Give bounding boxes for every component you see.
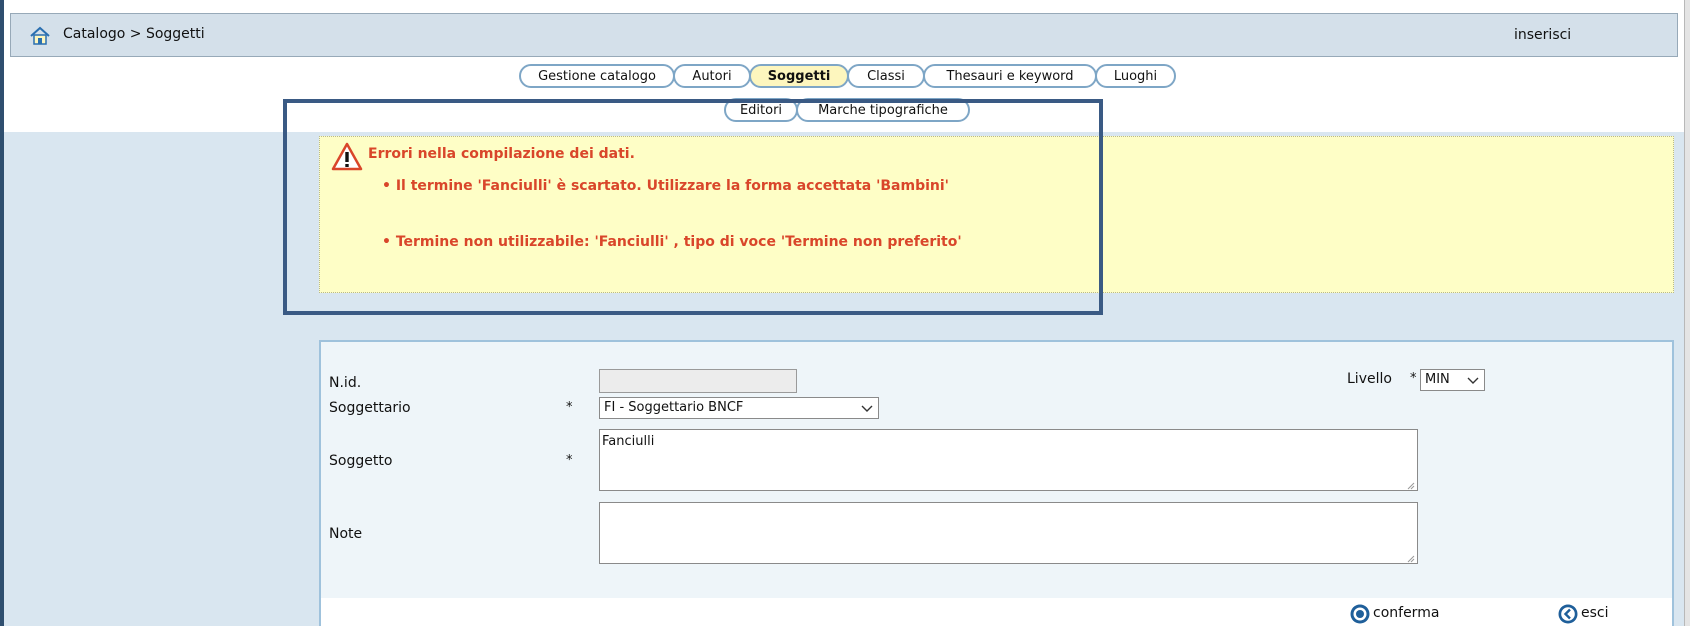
window-top-margin bbox=[4, 0, 1684, 6]
back-arrow-icon bbox=[1557, 603, 1579, 625]
required-marker: * bbox=[566, 400, 573, 415]
required-marker: * bbox=[1410, 371, 1417, 386]
error-title: Errori nella compilazione dei dati. bbox=[368, 146, 635, 162]
tab-marche-tipografiche[interactable]: Marche tipografiche bbox=[796, 98, 970, 122]
main-tabbar: Gestione catalogo Autori Soggetti Classi… bbox=[0, 64, 1684, 92]
tab-thesauri[interactable]: Thesauri e keyword bbox=[923, 64, 1097, 88]
note-label: Note bbox=[329, 526, 363, 542]
error-panel: Errori nella compilazione dei dati. • Il… bbox=[319, 136, 1674, 293]
tab-luoghi[interactable]: Luoghi bbox=[1095, 64, 1176, 88]
livello-value: MIN bbox=[1425, 372, 1450, 387]
page-header: Catalogo > Soggetti inserisci bbox=[10, 13, 1678, 57]
form-footer bbox=[321, 598, 1672, 628]
tab-autori[interactable]: Autori bbox=[673, 64, 751, 88]
chevron-down-icon bbox=[1466, 370, 1480, 390]
nid-label: N.id. bbox=[329, 375, 362, 391]
subject-form: N.id. Livello * MIN Soggettario * FI - S… bbox=[319, 340, 1674, 628]
confirm-icon bbox=[1349, 603, 1371, 625]
soggetto-label: Soggetto bbox=[329, 453, 393, 469]
error-message: • Il termine 'Fanciulli' è scartato. Uti… bbox=[382, 178, 949, 194]
nid-field bbox=[599, 369, 797, 393]
livello-label: Livello bbox=[1347, 371, 1392, 387]
soggettario-value: FI - Soggettario BNCF bbox=[604, 400, 744, 415]
tab-soggetti[interactable]: Soggetti bbox=[749, 64, 849, 88]
soggetto-textarea[interactable]: Fanciulli bbox=[599, 429, 1418, 491]
chevron-down-icon bbox=[860, 398, 874, 418]
breadcrumb: Catalogo > Soggetti bbox=[63, 26, 205, 42]
exit-label: esci bbox=[1581, 605, 1609, 621]
error-message: • Termine non utilizzabile: 'Fanciulli' … bbox=[382, 234, 962, 250]
window-scrollbar-edge[interactable] bbox=[1684, 0, 1690, 626]
insert-mode-label: inserisci bbox=[1514, 27, 1572, 43]
home-icon[interactable] bbox=[29, 26, 51, 46]
soggettario-select[interactable]: FI - Soggettario BNCF bbox=[599, 397, 879, 419]
soggettario-label: Soggettario bbox=[329, 400, 411, 416]
secondary-tabbar: Editori Marche tipografiche bbox=[0, 98, 1684, 124]
tab-classi[interactable]: Classi bbox=[847, 64, 925, 88]
soggetto-value: Fanciulli bbox=[602, 434, 655, 449]
confirm-label: conferma bbox=[1373, 605, 1440, 621]
resize-handle-icon[interactable] bbox=[1406, 479, 1415, 490]
livello-select[interactable]: MIN bbox=[1420, 369, 1485, 391]
resize-handle-icon[interactable] bbox=[1406, 552, 1415, 563]
warning-icon bbox=[331, 142, 363, 172]
required-marker: * bbox=[566, 453, 573, 468]
note-textarea[interactable] bbox=[599, 502, 1418, 564]
tab-editori[interactable]: Editori bbox=[724, 98, 798, 122]
tab-gestione-catalogo[interactable]: Gestione catalogo bbox=[519, 64, 675, 88]
